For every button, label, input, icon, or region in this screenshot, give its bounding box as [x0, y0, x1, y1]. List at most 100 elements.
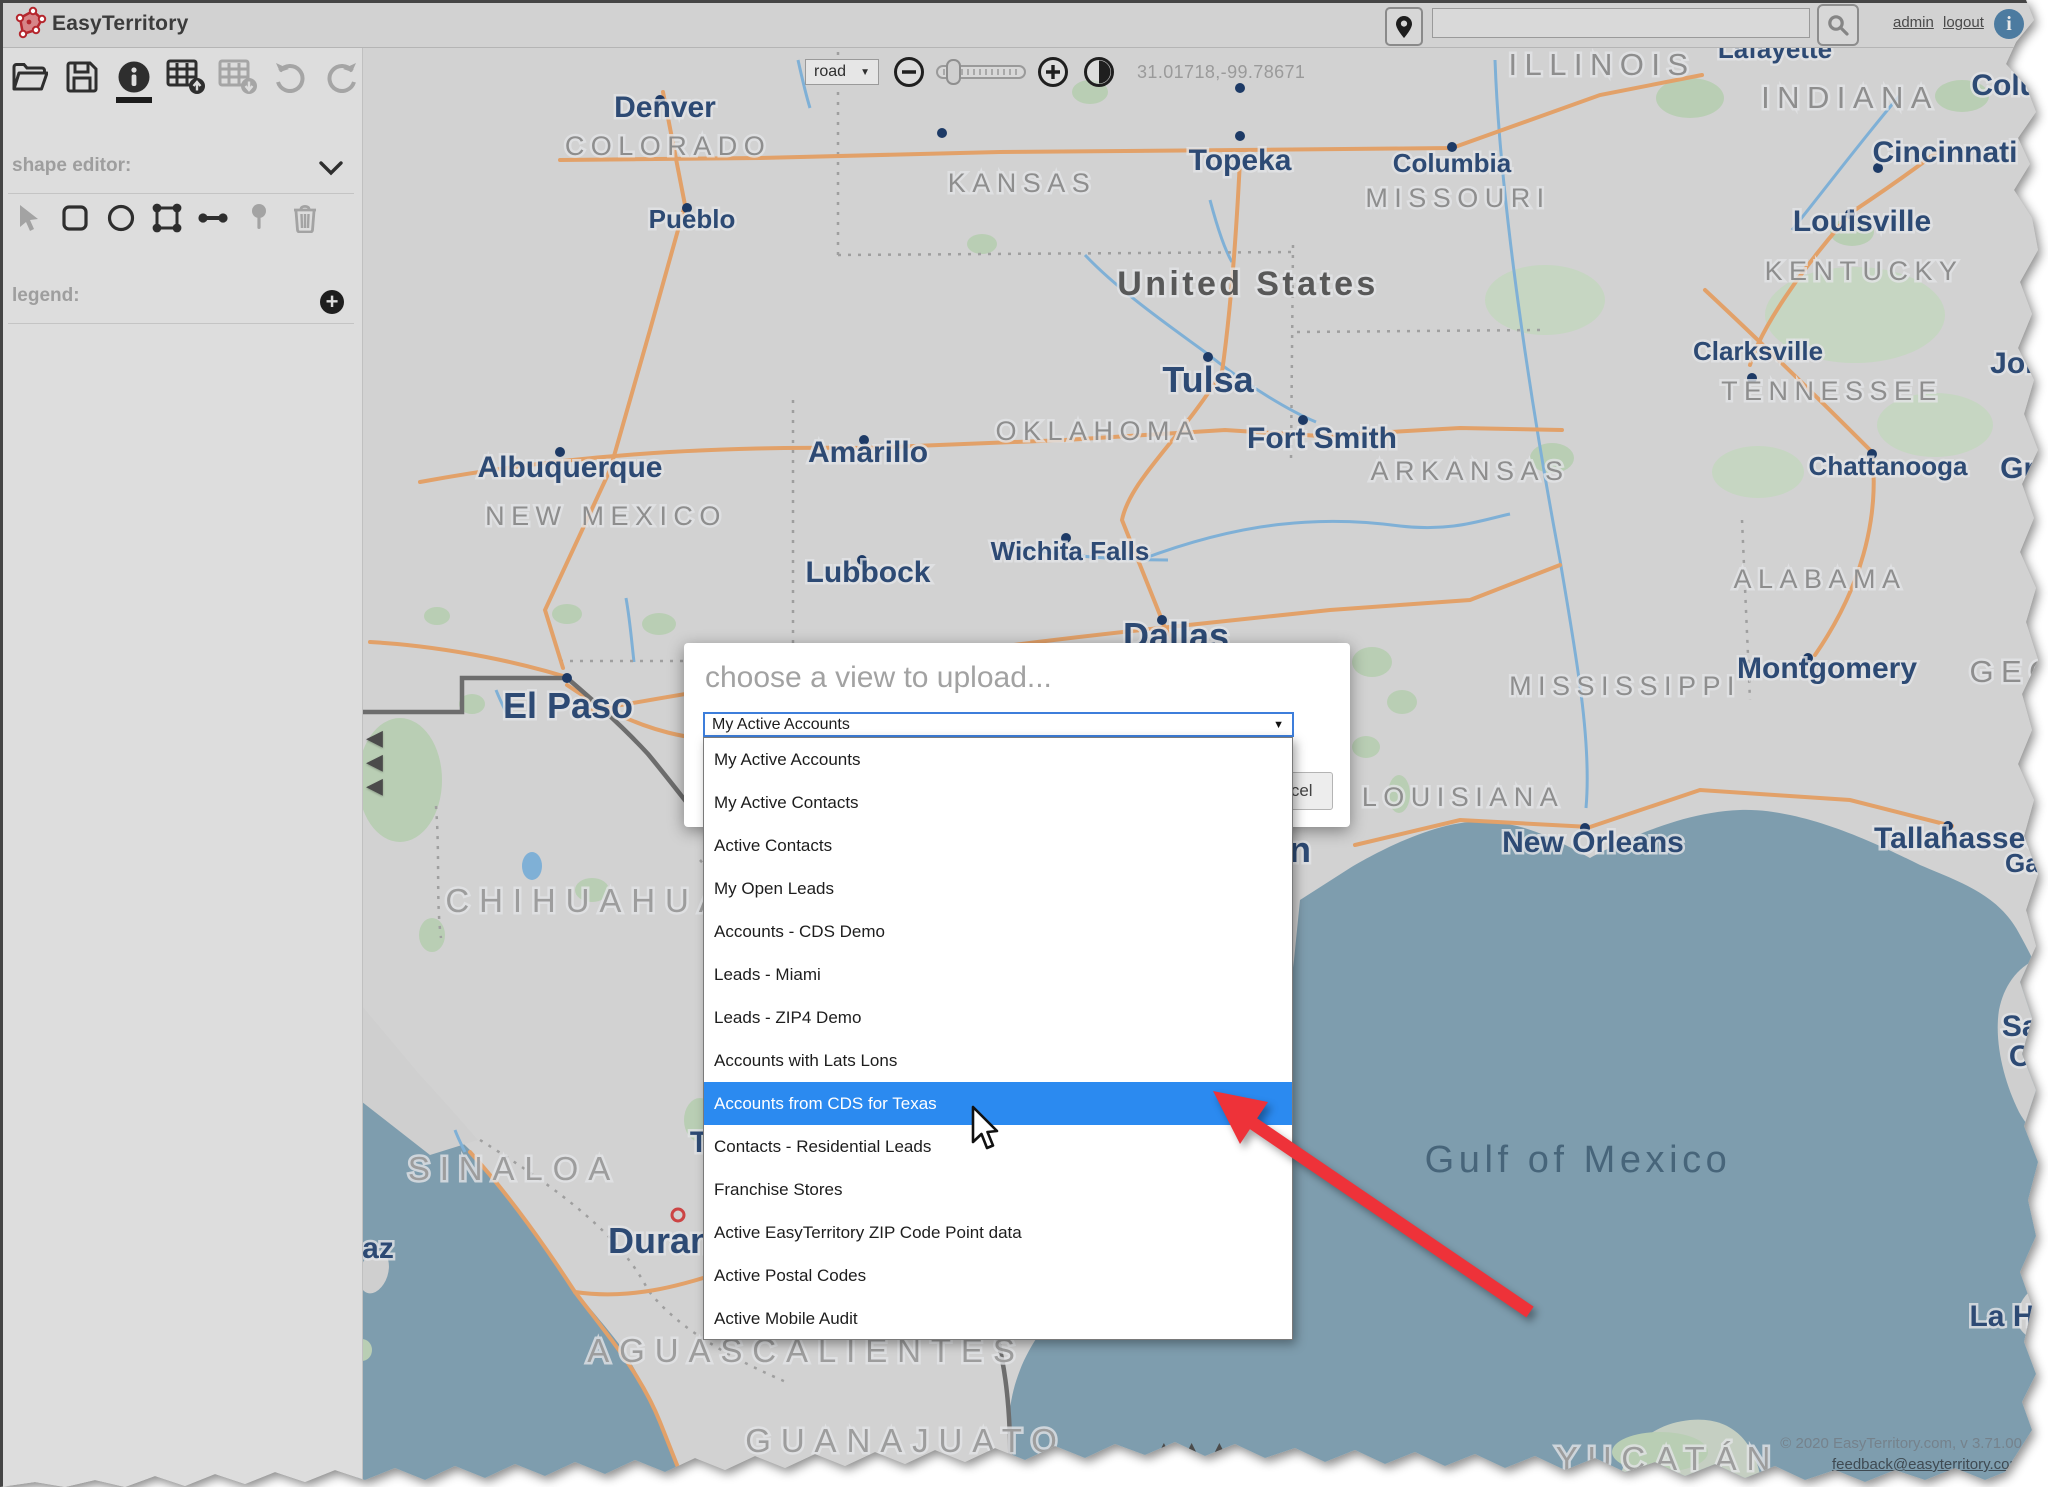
map-label: Chattanooga — [1809, 451, 1968, 481]
rectangle-icon — [61, 204, 89, 232]
map-label: Fort Smith — [1247, 422, 1397, 455]
app-window: DenverCOLORADOPuebloKANSASTopekaColumbia… — [0, 0, 2048, 1487]
table-download-button[interactable] — [218, 55, 258, 99]
table-download-icon — [218, 59, 258, 95]
polygon-icon — [151, 202, 183, 234]
map-label: TENNESSEE — [1721, 376, 1943, 406]
map-label: Amarillo — [808, 436, 928, 469]
collapse-left-icon: ◀ — [366, 774, 383, 798]
map-coordinates: 31.01718,-99.78671 — [1137, 62, 1305, 83]
map-label: ALABAMA — [1734, 564, 1907, 594]
map-label: Gai — [2005, 848, 2047, 878]
map-label: KENTUCKY — [1765, 256, 1964, 286]
select-tool-button[interactable] — [10, 197, 47, 239]
map-label: Topeka — [1189, 144, 1292, 177]
feedback-link[interactable]: feedback@easyterritory.com — [1780, 1456, 2022, 1473]
zoom-out-button[interactable] — [893, 56, 925, 88]
chevron-down-icon: ▼ — [1273, 719, 1284, 731]
easyterritory-logo-icon — [12, 6, 48, 42]
map-label: GEOR — [1969, 654, 2048, 689]
polygon-tool-button[interactable] — [148, 197, 185, 239]
top-bar: EasyTerritory admin logout i — [0, 0, 2048, 48]
logo-text: EasyTerritory — [52, 12, 188, 36]
map-style-value: road — [814, 63, 846, 81]
mouse-cursor — [966, 1104, 1000, 1156]
circle-tool-button[interactable] — [102, 197, 139, 239]
panel-collapse-control[interactable]: ◀ ◀ ◀ — [366, 726, 383, 798]
search-button[interactable] — [1817, 4, 1859, 46]
locate-button[interactable] — [1385, 7, 1423, 46]
view-select-value: My Active Accounts — [712, 716, 850, 734]
redo-icon — [325, 61, 359, 93]
dropdown-option[interactable]: Active Postal Codes — [704, 1254, 1292, 1297]
info-circle-icon — [117, 60, 151, 94]
map-label: ARKANSAS — [1371, 456, 1570, 486]
delete-shape-button[interactable] — [286, 197, 323, 239]
shape-editor-label: shape editor: — [12, 155, 131, 177]
map-label: United States — [1117, 265, 1378, 303]
table-upload-icon — [166, 59, 206, 95]
map-label: SINALOA — [408, 1150, 620, 1187]
expand-up-icon: ▲ — [1152, 1436, 1180, 1463]
dropdown-option[interactable]: Leads - ZIP4 Demo — [704, 996, 1292, 1039]
map-style-select[interactable]: road ▼ — [805, 59, 879, 85]
rectangle-tool-button[interactable] — [56, 197, 93, 239]
map-label: Montgomery — [1737, 652, 1917, 685]
dropdown-option[interactable]: Active Mobile Audit — [704, 1297, 1292, 1340]
line-tool-button[interactable] — [194, 197, 231, 239]
save-button[interactable] — [62, 55, 102, 99]
city-dot — [937, 128, 947, 138]
dropdown-option[interactable]: Active EasyTerritory ZIP Code Point data — [704, 1211, 1292, 1254]
save-icon — [66, 61, 98, 93]
table-upload-button[interactable] — [166, 55, 206, 99]
map-attribution: © 2020 EasyTerritory.com, v 3.71.00 feed… — [1780, 1435, 2022, 1473]
map-controls: road ▼ — [805, 56, 1305, 88]
dropdown-option[interactable]: Franchise Stores — [704, 1168, 1292, 1211]
contrast-button[interactable] — [1083, 56, 1115, 88]
info-icon[interactable]: i — [1994, 9, 2024, 39]
view-select[interactable]: My Active Accounts ▼ — [703, 712, 1294, 737]
chevron-down-icon[interactable] — [318, 159, 344, 177]
search-input[interactable] — [1432, 8, 1810, 38]
dropdown-option[interactable]: My Open Leads — [704, 867, 1292, 910]
view-dropdown-list: My Active AccountsMy Active ContactsActi… — [703, 737, 1293, 1340]
collapse-left-icon: ◀ — [366, 750, 383, 774]
pin-tool-button[interactable] — [240, 197, 277, 239]
dropdown-option[interactable]: Accounts with Lats Lons — [704, 1039, 1292, 1082]
map-label: Denver — [614, 91, 716, 124]
map-label: CHIHUAHUA — [445, 882, 730, 919]
map-label: Sar — [2002, 1010, 2048, 1043]
map-label: Cincinnati — [1872, 136, 2017, 169]
open-button[interactable] — [10, 55, 50, 99]
map-label: Louisville — [1793, 205, 1931, 238]
dropdown-option[interactable]: My Active Accounts — [704, 738, 1292, 781]
dropdown-option[interactable]: Accounts - CDS Demo — [704, 910, 1292, 953]
map-label: OKLAHOMA — [996, 416, 1201, 446]
map-label: John — [1990, 347, 2048, 380]
logout-link[interactable]: logout — [1943, 14, 1984, 31]
expand-up-icon: ▲ — [1180, 1436, 1208, 1463]
map-label: GUANAJUATO — [745, 1422, 1066, 1459]
undo-button[interactable] — [270, 55, 310, 99]
shape-editor-toolbar — [10, 197, 323, 239]
chevron-down-icon: ▼ — [860, 67, 870, 78]
pin-icon — [250, 203, 268, 233]
map-label: Wichita Falls — [991, 536, 1150, 566]
zoom-slider-thumb[interactable] — [947, 60, 960, 84]
line-icon — [197, 210, 229, 226]
zoom-slider[interactable] — [935, 57, 1027, 87]
dropdown-option[interactable]: My Active Contacts — [704, 781, 1292, 824]
info-tab-button[interactable] — [114, 55, 154, 99]
bottom-panel-expand-control[interactable]: ▲▲▲ — [1152, 1436, 1235, 1464]
dropdown-option[interactable]: Leads - Miami — [704, 953, 1292, 996]
add-legend-icon[interactable]: + — [320, 290, 344, 314]
map-label: Gre — [2000, 452, 2048, 485]
admin-link[interactable]: admin — [1893, 14, 1934, 31]
zoom-in-button[interactable] — [1037, 56, 1069, 88]
dropdown-option[interactable]: Active Contacts — [704, 824, 1292, 867]
folder-icon — [12, 62, 48, 92]
app-logo: EasyTerritory — [12, 6, 188, 42]
copyright-text: © 2020 EasyTerritory.com, v 3.71.00 — [1780, 1435, 2022, 1452]
map-label: New Orleans — [1502, 826, 1684, 859]
redo-button[interactable] — [322, 55, 362, 99]
